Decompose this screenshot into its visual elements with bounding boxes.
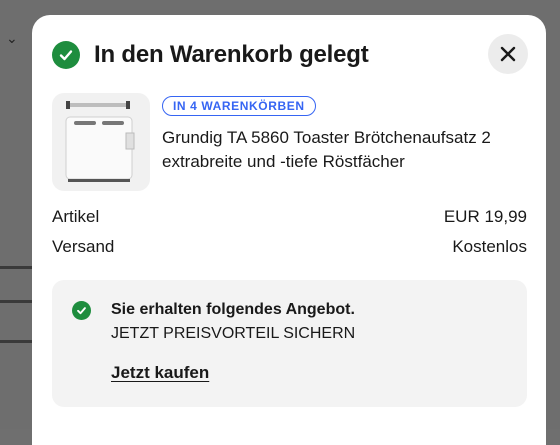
- close-icon: [500, 46, 516, 62]
- check-circle-icon: [52, 41, 80, 69]
- product-title[interactable]: Grundig TA 5860 Toaster Brötchenaufsatz …: [162, 126, 532, 174]
- add-to-cart-dialog: In den Warenkorb gelegt IN 4 WARENKÖRBEN…: [32, 15, 546, 445]
- shipping-value: Kostenlos: [452, 237, 527, 256]
- offer-subtext: JETZT PREISVORTEIL SICHERN: [111, 325, 356, 342]
- shipping-label: Versand: [52, 237, 115, 256]
- close-button[interactable]: [488, 34, 528, 74]
- product-image[interactable]: [52, 93, 150, 191]
- background-divider: [0, 340, 34, 343]
- check-circle-icon: [72, 301, 91, 320]
- dialog-header: In den Warenkorb gelegt: [52, 39, 369, 71]
- background-divider: [0, 266, 34, 269]
- toaster-image: [65, 101, 135, 182]
- item-price-row: Artikel EUR 19,99: [52, 207, 527, 227]
- offer-heading: Sie erhalten folgendes Angebot.: [111, 301, 355, 318]
- offer-panel: Sie erhalten folgendes Angebot. JETZT PR…: [52, 280, 527, 407]
- item-label: Artikel: [52, 207, 100, 226]
- dialog-title: In den Warenkorb gelegt: [94, 41, 369, 68]
- buy-now-link[interactable]: Jetzt kaufen: [111, 363, 209, 383]
- item-price: EUR 19,99: [443, 207, 527, 226]
- cart-count-badge: IN 4 WARENKÖRBEN: [162, 96, 316, 116]
- background-divider: [0, 300, 34, 303]
- chevron-down-icon: ⌄: [6, 30, 18, 46]
- shipping-row: Versand Kostenlos: [52, 237, 527, 257]
